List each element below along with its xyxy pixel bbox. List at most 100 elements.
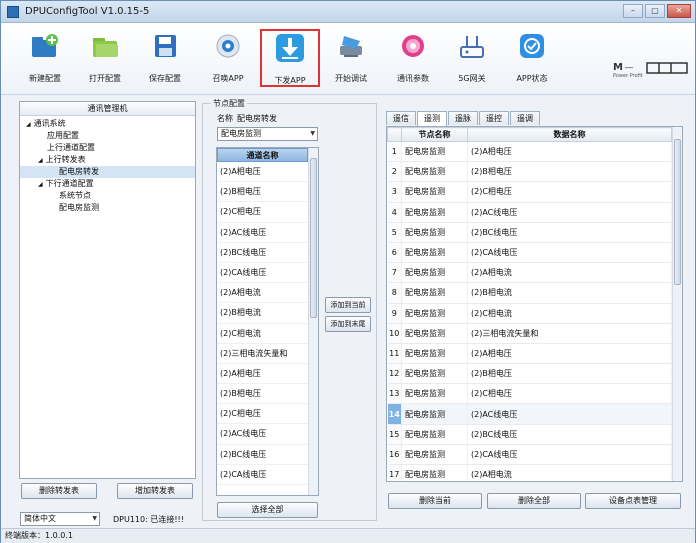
data-name-cell: (2)C相电压 <box>467 181 672 203</box>
channel-list-item[interactable]: (2)AC线电压 <box>217 424 308 445</box>
gateway-5g-button[interactable]: 5G网关 <box>442 29 502 87</box>
node-name-cell: 配电房监测 <box>401 222 468 243</box>
new-config-icon <box>30 31 60 61</box>
close-button[interactable]: ✕ <box>667 4 691 18</box>
channel-list-item[interactable]: (2)CA线电压 <box>217 263 308 284</box>
table-row[interactable]: 11 配电房监测 (2)A相电压 <box>387 343 672 365</box>
table-row[interactable]: 10 配电房监测 (2)三相电流矢量和 <box>387 323 672 344</box>
node-name-cell: 配电房监测 <box>401 343 468 365</box>
tab-1[interactable]: 遥测 <box>417 111 447 126</box>
table-row[interactable]: 16 配电房监测 (2)CA线电压 <box>387 444 672 466</box>
tab-4[interactable]: 遥调 <box>510 111 540 125</box>
open-config-button[interactable]: 打开配置 <box>75 29 135 87</box>
tree-item[interactable]: ◢ 上行转发表 <box>20 154 195 166</box>
channel-list-item[interactable]: (2)A相电压 <box>217 162 308 183</box>
data-table-scroll-thumb[interactable] <box>674 139 681 285</box>
download-app-button[interactable]: 下发APP <box>260 29 320 87</box>
channel-list-item[interactable]: (2)A相电压 <box>217 364 308 385</box>
tree-item[interactable]: 配电房监测 <box>20 202 195 214</box>
channel-list-item[interactable]: (2)BC线电压 <box>217 445 308 465</box>
channel-list-item[interactable]: (2)C相电流 <box>217 324 308 344</box>
channel-list-item[interactable]: (2)A相电流 <box>217 283 308 304</box>
tree-item[interactable]: ◢ 下行通道配置 <box>20 178 195 190</box>
add-forward-table-button[interactable]: 增加转发表 <box>117 483 193 499</box>
add-to-end-button[interactable]: 添加到末尾 <box>325 316 371 332</box>
table-row[interactable]: 8 配电房监测 (2)B相电流 <box>387 282 672 304</box>
table-row[interactable]: 9 配电房监测 (2)C相电流 <box>387 303 672 324</box>
minimize-button[interactable]: – <box>623 4 643 18</box>
comm-params-button[interactable]: 通讯参数 <box>383 29 443 87</box>
tree-header: 通讯管理机 <box>20 102 195 116</box>
delete-current-button[interactable]: 删除当前 <box>388 493 482 509</box>
summon-app-button[interactable]: 召唤APP <box>198 29 258 87</box>
channel-list-item[interactable]: (2)B相电流 <box>217 303 308 324</box>
window-title: DPUConfigTool V1.0.15-5 <box>25 6 150 17</box>
table-row[interactable]: 15 配电房监测 (2)BC线电压 <box>387 424 672 445</box>
row-index-cell: 6 <box>387 242 402 264</box>
new-config-label: 新建配置 <box>29 74 61 83</box>
new-config-button[interactable]: 新建配置 <box>15 29 75 87</box>
device-point-table-button[interactable]: 设备点表管理 <box>585 493 681 509</box>
table-row[interactable]: 14 配电房监测 (2)AC线电压 <box>387 403 672 425</box>
tree-item[interactable]: 上行通道配置 <box>20 142 195 154</box>
table-row[interactable]: 17 配电房监测 (2)A相电流 <box>387 464 672 481</box>
data-name-cell: (2)A相电压 <box>467 141 672 163</box>
delete-forward-table-button[interactable]: 删除转发表 <box>21 483 97 499</box>
app-icon <box>7 6 19 18</box>
tree-expand-icon[interactable]: ◢ <box>26 121 31 128</box>
status-bar: 终端版本：1.0.0.1 <box>1 528 695 543</box>
tree-expand-icon[interactable]: ◢ <box>38 181 43 188</box>
tree-item[interactable]: 系统节点 <box>20 190 195 202</box>
row-index-cell: 1 <box>387 141 402 163</box>
start-debug-label: 开始调试 <box>335 74 367 83</box>
tree-item[interactable]: 应用配置 <box>20 130 195 142</box>
app-window: DPUConfigTool V1.0.15-5 – ▢ ✕ 新建配置 打开配置 … <box>0 0 696 543</box>
channel-list-item[interactable]: (2)CA线电压 <box>217 465 308 485</box>
tab-0[interactable]: 遥信 <box>386 111 416 125</box>
table-row[interactable]: 7 配电房监测 (2)A相电流 <box>387 262 672 284</box>
language-select[interactable]: 简体中文 ▼ <box>20 512 100 526</box>
table-row[interactable]: 6 配电房监测 (2)CA线电压 <box>387 242 672 264</box>
start-debug-button[interactable]: 开始调试 <box>321 29 381 87</box>
row-index-cell: 5 <box>387 222 402 243</box>
channel-list[interactable]: 通道名称 (2)A相电压 (2)B相电压 (2)C相电压 (2)AC线电压 (2)BC线… <box>216 147 319 496</box>
delete-all-button[interactable]: 删除全部 <box>487 493 581 509</box>
table-row[interactable]: 4 配电房监测 (2)AC线电压 <box>387 202 672 223</box>
maximize-button[interactable]: ▢ <box>645 4 665 18</box>
column-header-node-name[interactable]: 节点名称 <box>401 127 468 142</box>
channel-list-item[interactable]: (2)AC线电压 <box>217 223 308 243</box>
channel-list-scrollbar[interactable] <box>308 148 318 495</box>
device-select[interactable]: 配电房监测 ▼ <box>217 127 318 141</box>
row-index-cell: 8 <box>387 282 402 304</box>
channel-list-item[interactable]: (2)BC线电压 <box>217 243 308 263</box>
table-row[interactable]: 3 配电房监测 (2)C相电压 <box>387 181 672 203</box>
data-table-scrollbar[interactable] <box>672 127 682 481</box>
table-row[interactable]: 2 配电房监测 (2)B相电压 <box>387 161 672 183</box>
tree-panel: 通讯管理机 ◢ 通讯系统 应用配置 上行通道配置 ◢ 上行转发表 配电房转发 ◢ 下行通道配置系… <box>19 101 196 479</box>
row-index-cell: 7 <box>387 262 402 284</box>
table-row[interactable]: 12 配电房监测 (2)B相电压 <box>387 363 672 385</box>
tree-item[interactable]: 配电房转发 <box>20 166 195 178</box>
channel-list-item[interactable]: (2)C相电压 <box>217 202 308 223</box>
table-row[interactable]: 13 配电房监测 (2)C相电压 <box>387 383 672 405</box>
title-bar[interactable]: DPUConfigTool V1.0.15-5 – ▢ ✕ <box>1 1 695 23</box>
app-status-button[interactable]: APP状态 <box>502 29 562 87</box>
svg-text:M: M <box>613 62 623 73</box>
channel-list-item[interactable]: (2)B相电压 <box>217 182 308 203</box>
tab-3[interactable]: 遥控 <box>479 111 509 125</box>
channel-list-scroll-thumb[interactable] <box>310 158 317 318</box>
select-all-button[interactable]: 选择全部 <box>217 502 318 518</box>
node-name-cell: 配电房监测 <box>401 262 468 284</box>
add-to-current-button[interactable]: 添加到当前 <box>325 297 371 313</box>
save-config-button[interactable]: 保存配置 <box>135 29 195 87</box>
channel-list-item[interactable]: (2)三相电流矢量和 <box>217 344 308 364</box>
tab-2[interactable]: 遥脉 <box>448 111 478 125</box>
data-name-cell: (2)BC线电压 <box>467 424 672 445</box>
channel-list-item[interactable]: (2)C相电压 <box>217 404 308 425</box>
channel-list-item[interactable]: (2)B相电压 <box>217 384 308 405</box>
table-row[interactable]: 5 配电房监测 (2)BC线电压 <box>387 222 672 243</box>
tree-item[interactable]: ◢ 通讯系统 <box>20 118 195 130</box>
table-row[interactable]: 1 配电房监测 (2)A相电压 <box>387 141 672 163</box>
tree-expand-icon[interactable]: ◢ <box>38 157 43 164</box>
column-header-data-name[interactable]: 数据名称 <box>467 127 672 142</box>
